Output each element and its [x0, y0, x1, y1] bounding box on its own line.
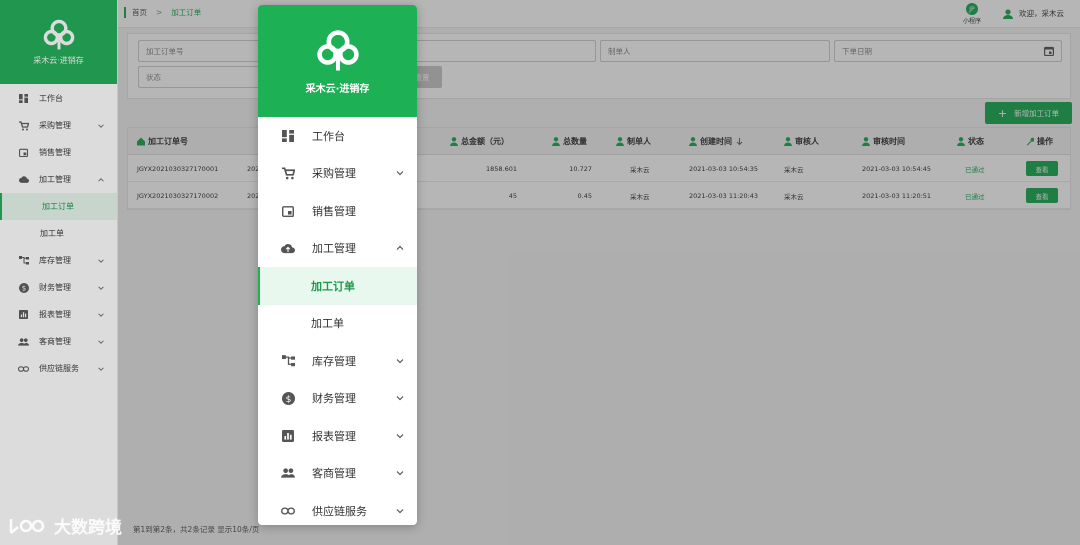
watermark: 大数跨境: [8, 513, 122, 538]
cloud-tree-logo-icon: [316, 29, 359, 71]
menu-item-processing-sheet[interactable]: 加工单: [258, 305, 417, 343]
menu-item-label: 报表管理: [312, 429, 356, 443]
hierarchy-icon: [281, 354, 295, 368]
cloud-upload-icon: [281, 241, 295, 255]
menu-item-label: 客商管理: [312, 467, 356, 481]
chevron-down-icon: [396, 171, 404, 176]
chevron-down-icon: [396, 396, 404, 401]
menu-item-label: 财务管理: [312, 392, 356, 406]
app-name: 采木云·进销存: [305, 83, 370, 95]
chevron-down-icon: [396, 471, 404, 476]
menu-item-label: 加工管理: [312, 242, 356, 256]
overlay-dim-left: [0, 0, 118, 545]
menu-item-reports[interactable]: 报表管理: [258, 417, 417, 455]
watermark-logo-icon: [9, 518, 45, 534]
menu-item-label: 加工单: [311, 317, 344, 331]
zoomed-sidebar-menu: 采木云·进销存 工作台 采购管理 销售管理 加工管理 加工订单 加工单 库存管理…: [258, 5, 417, 525]
menu-item-label: 销售管理: [312, 204, 356, 218]
menu-item-inventory[interactable]: 库存管理: [258, 342, 417, 380]
chevron-down-icon: [396, 508, 404, 514]
menu-item-customers[interactable]: 客商管理: [258, 455, 417, 493]
people-icon: [281, 466, 295, 480]
menu-item-label: 库存管理: [312, 354, 356, 368]
menu-item-purchase[interactable]: 采购管理: [258, 155, 417, 193]
watermark-text: 大数跨境: [54, 518, 122, 538]
cart-icon: [281, 166, 295, 180]
dashboard-icon: [281, 129, 295, 143]
menu-item-supply-chain[interactable]: 供应链服务: [258, 492, 417, 525]
sales-icon: [281, 204, 295, 218]
dollar-icon: $: [281, 391, 295, 405]
panel-logo[interactable]: 采木云·进销存: [258, 5, 417, 117]
menu-item-processing[interactable]: 加工管理: [258, 230, 417, 268]
svg-text:$: $: [285, 395, 291, 405]
chevron-down-icon: [396, 358, 404, 364]
chevron-down-icon: [396, 433, 404, 439]
menu-item-workbench[interactable]: 工作台: [258, 117, 417, 155]
menu-item-label: 加工订单: [311, 279, 355, 293]
menu-item-sales[interactable]: 销售管理: [258, 192, 417, 230]
chevron-up-icon: [396, 245, 404, 251]
menu-item-processing-orders[interactable]: 加工订单: [258, 267, 417, 305]
link-icon: [281, 504, 295, 518]
report-icon: [281, 429, 295, 443]
menu-item-label: 工作台: [312, 129, 345, 143]
menu-item-finance[interactable]: $ 财务管理: [258, 380, 417, 418]
menu-item-label: 采购管理: [312, 167, 356, 181]
menu-item-label: 供应链服务: [312, 504, 367, 518]
